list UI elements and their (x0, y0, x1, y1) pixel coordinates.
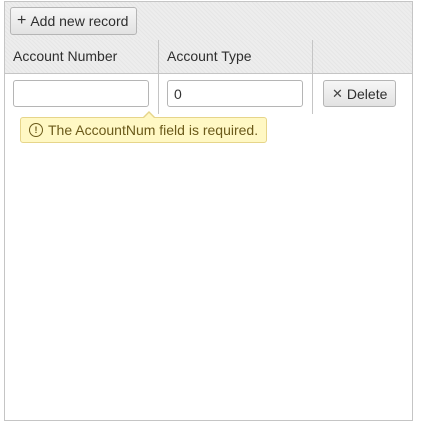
column-header-label: Account Number (13, 48, 118, 64)
add-new-record-button[interactable]: + Add new record (10, 7, 138, 35)
plus-icon: + (17, 12, 27, 29)
cell-account-type (159, 74, 313, 114)
exclamation-circle-icon: ! (29, 123, 43, 137)
delete-button[interactable]: ✕ Delete (323, 80, 397, 107)
add-new-record-label: Add new record (30, 13, 129, 29)
grid-toolbar: + Add new record (5, 2, 412, 41)
validation-tooltip: ! The AccountNum field is required. (20, 111, 268, 143)
grid-header: Account Number Account Type (5, 40, 412, 74)
account-number-input[interactable] (13, 80, 149, 107)
table-row: ✕ Delete (5, 74, 412, 114)
column-header-account-type[interactable]: Account Type (159, 40, 313, 73)
cell-commands: ✕ Delete (313, 74, 412, 114)
cell-account-number (5, 74, 159, 114)
account-type-input[interactable] (167, 80, 303, 107)
column-header-label: Account Type (167, 48, 252, 64)
delete-label: Delete (346, 85, 388, 102)
close-icon: ✕ (332, 85, 343, 101)
validation-message: The AccountNum field is required. (48, 122, 259, 138)
column-header-commands (313, 40, 412, 73)
data-grid: + Add new record Account Number Account … (4, 1, 413, 421)
column-header-account-number[interactable]: Account Number (5, 40, 159, 73)
